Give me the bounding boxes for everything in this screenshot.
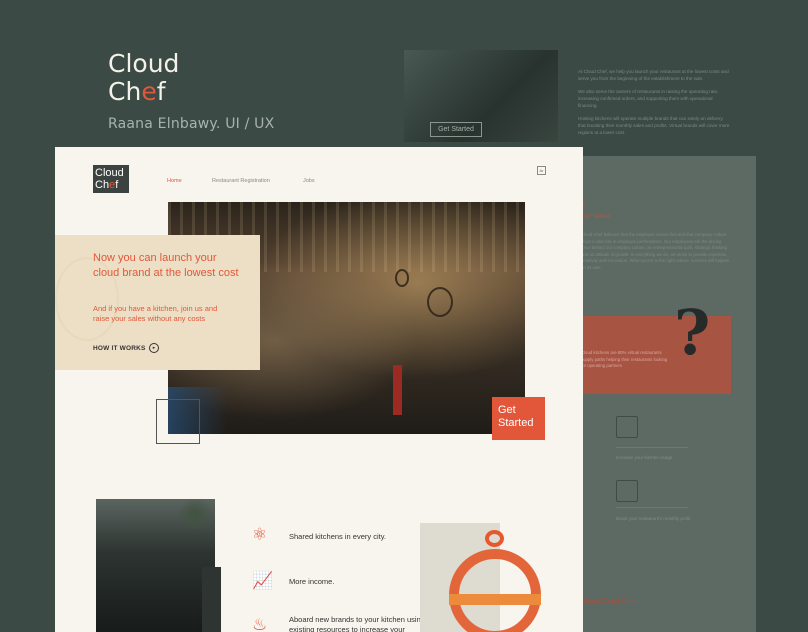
bg-intro-text: At Cloud Chef, we help you launch your r…	[578, 68, 730, 142]
feature-text: Shared kitchens in every city.	[289, 532, 386, 541]
cloche-bar	[449, 594, 541, 605]
red-info-text: Cloud kitchens are 80% virtual restauran…	[581, 350, 668, 368]
decorative-outline-box	[156, 399, 200, 444]
bg-paragraph: Hosting kitchens will operate multiple b…	[578, 116, 730, 135]
nav-restaurant-registration[interactable]: Restaurant Registration	[212, 178, 270, 184]
designer-credit: Raana Elnbawy. UI / UX	[108, 116, 275, 132]
values-title: Our Values	[581, 214, 611, 220]
play-icon[interactable]: ▸	[149, 343, 159, 353]
bg-get-started-button[interactable]: Get Started	[430, 122, 482, 137]
growth-chart-icon: 📈	[252, 571, 274, 590]
get-started-line-1: Get	[498, 404, 516, 416]
get-started-button[interactable]: Get Started	[492, 397, 545, 440]
hero-headline: Now you can launch your cloud brand at t…	[93, 252, 239, 279]
language-toggle[interactable]: Ar	[537, 166, 546, 175]
divider	[616, 507, 688, 508]
divider	[616, 447, 688, 448]
feature-text: More income.	[289, 577, 335, 586]
bg-paragraph: At Cloud Chef, we help you launch your r…	[578, 69, 729, 81]
cloche-knob-icon	[485, 530, 504, 547]
brand-title: Cloud Chef	[108, 50, 179, 106]
cloche-logo-icon	[449, 549, 541, 632]
right-page-mockup	[558, 156, 756, 632]
nav-home[interactable]: Home	[167, 178, 182, 184]
hero-subheadline: And if you have a kitchen, join us and r…	[93, 304, 218, 323]
increase-usage-label: Increase your kitchen usage	[616, 455, 673, 460]
values-text: Cloud Chef believes that the employee co…	[581, 232, 730, 270]
boost-profit-label: Boost your restaurant's monthly profit	[616, 516, 691, 521]
plant-leaves	[175, 499, 215, 529]
logo-line-1: Cloud	[95, 167, 124, 179]
bg-paragraph: We also serve the owners of restaurants …	[578, 89, 719, 108]
hero-hanging-pan	[427, 287, 453, 317]
hero-red-bottle	[393, 365, 402, 415]
hero-hanging-pan	[395, 269, 409, 287]
cooking-pot-icon: ♨	[252, 615, 268, 632]
question-mark-graphic: ?	[674, 296, 711, 369]
site-logo[interactable]: Cloud Chef	[93, 165, 129, 193]
nav-jobs[interactable]: Jobs	[303, 178, 315, 184]
chart-growth-icon	[616, 416, 638, 438]
kitchen-photo-edge	[202, 567, 221, 632]
about-heading: About Cloud Chef	[581, 598, 637, 605]
how-it-works-link[interactable]: HOW IT WORKS	[93, 345, 146, 352]
brand-line-1: Cloud	[108, 49, 180, 78]
get-started-line-2: Started	[498, 417, 534, 429]
network-icon: ⚛	[252, 525, 268, 544]
brand-line-2: Chef	[108, 77, 166, 106]
main-page-mockup: Cloud Chef Home Restaurant Registration …	[55, 147, 583, 632]
calendar-icon	[616, 480, 638, 502]
logo-line-2: Chef	[95, 179, 119, 191]
feature-text: Aboard new brands to your kitchen using …	[289, 615, 425, 632]
